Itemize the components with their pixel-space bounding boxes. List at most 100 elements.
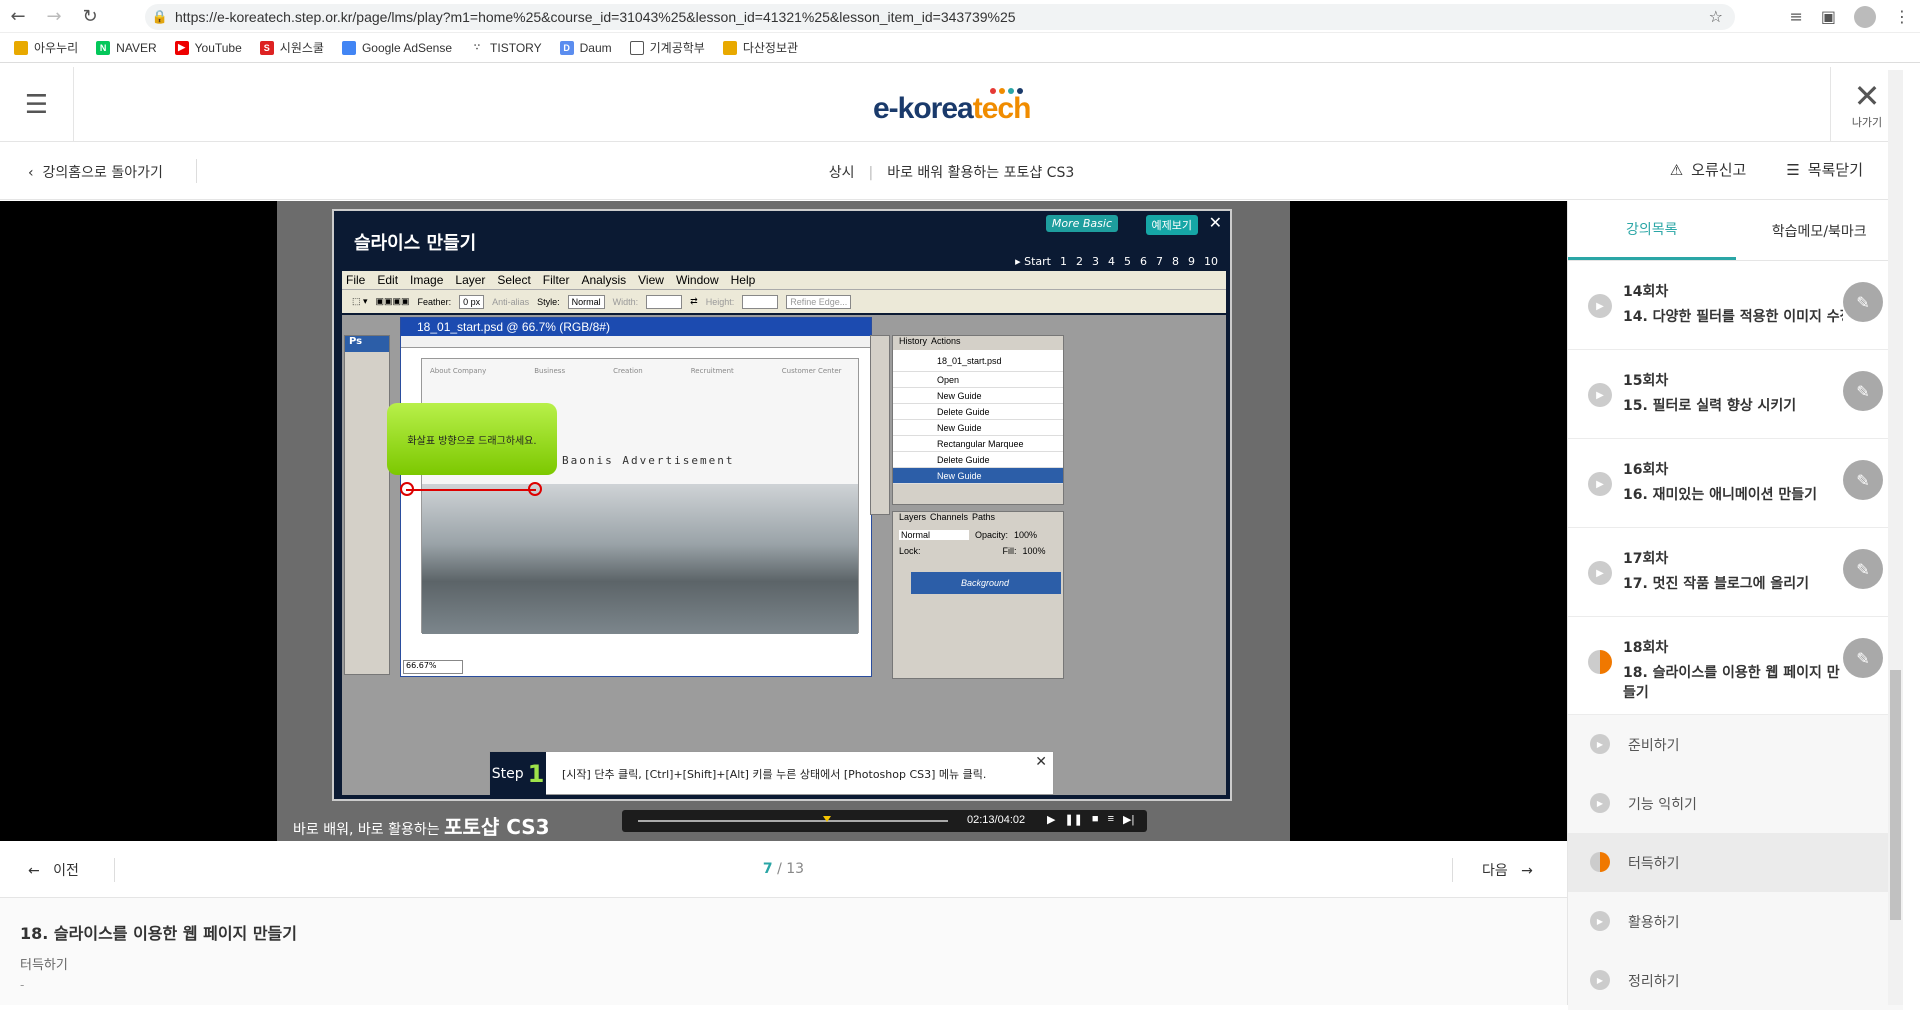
- url-text: https://e-koreatech.step.or.kr/page/lms/…: [175, 9, 1016, 25]
- bookmark-item[interactable]: S 시원스쿨: [259, 39, 324, 56]
- step-link[interactable]: 8: [1172, 255, 1179, 268]
- site-logo[interactable]: e-koreatech: [873, 92, 1031, 126]
- subitem[interactable]: ▶ 활용하기: [1568, 892, 1903, 951]
- subitem[interactable]: ▶ 정리하기: [1568, 951, 1903, 1010]
- bookmark-item[interactable]: Google AdSense: [341, 40, 452, 55]
- video-frame: 슬라이스 만들기 More Basic 예제보기 ✕ ▸ Start 1 2 3…: [277, 201, 1290, 841]
- more-basic-button[interactable]: More Basic: [1045, 215, 1118, 232]
- lecture-item[interactable]: ▶ 15회차 15. 필터로 실력 향상 시키기 ✎: [1568, 350, 1903, 439]
- lecture-item-current[interactable]: 18회차 18. 슬라이스를 이용한 웹 페이지 만들기 ✎: [1568, 617, 1903, 715]
- lesson-desc: -: [20, 978, 25, 992]
- step-link[interactable]: 3: [1092, 255, 1099, 268]
- lesson-title: 18. 슬라이스를 이용한 웹 페이지 만들기: [20, 924, 297, 943]
- pause-icon[interactable]: ❚❚: [1064, 813, 1082, 826]
- list-icon[interactable]: ≡: [1108, 813, 1114, 826]
- video-player[interactable]: 슬라이스 만들기 More Basic 예제보기 ✕ ▸ Start 1 2 3…: [0, 201, 1567, 841]
- play-icon: ▶: [1590, 911, 1610, 931]
- slide-window: 슬라이스 만들기 More Basic 예제보기 ✕ ▸ Start 1 2 3…: [332, 209, 1232, 801]
- bookmark-item[interactable]: 기계공학부: [629, 39, 705, 56]
- edit-icon[interactable]: ✎: [1843, 460, 1883, 500]
- ps-menu-item: Image: [410, 273, 444, 287]
- address-bar[interactable]: 🔒 https://e-koreatech.step.or.kr/page/lm…: [145, 4, 1735, 30]
- reading-list-icon[interactable]: ≡: [1789, 7, 1802, 26]
- instruction-tooltip: 화살표 방향으로 드래그하세요.: [387, 403, 557, 475]
- tab-memo-bookmark[interactable]: 학습메모/북마크: [1736, 201, 1904, 260]
- history-item: New Guide: [893, 388, 1063, 404]
- progress-track[interactable]: [638, 816, 948, 822]
- step-link[interactable]: 5: [1124, 255, 1131, 268]
- edit-icon[interactable]: ✎: [1843, 638, 1883, 678]
- reload-icon[interactable]: ↻: [72, 0, 108, 33]
- browser-actions: ≡ ▣ ⋮: [1789, 0, 1910, 33]
- site-header: ☰ e-koreatech ✕ 나가기: [0, 67, 1903, 142]
- edit-icon[interactable]: ✎: [1843, 282, 1883, 322]
- step-start-link[interactable]: ▸ Start: [1015, 255, 1051, 268]
- lecture-sidebar: 강의목록 학습메모/북마크 ▶ 14회차 14. 다양한 필터를 적용한 이미지…: [1567, 201, 1903, 1010]
- drag-start-marker: [400, 482, 414, 496]
- subitem[interactable]: ▶ 준비하기: [1568, 715, 1903, 774]
- ps-menu-item: Layer: [455, 273, 486, 287]
- subitem-current[interactable]: 터득하기: [1568, 833, 1903, 892]
- end-icon[interactable]: ▶|: [1123, 813, 1134, 826]
- step-link[interactable]: 2: [1076, 255, 1083, 268]
- stop-icon[interactable]: ■: [1092, 813, 1099, 826]
- bookmark-item[interactable]: N NAVER: [96, 40, 157, 55]
- subitem[interactable]: ▶ 기능 익히기: [1568, 774, 1903, 833]
- close-icon[interactable]: ✕: [1209, 213, 1222, 232]
- step-text: [시작] 단추 클릭, [Ctrl]+[Shift]+[Alt] 키를 누른 상…: [562, 768, 987, 781]
- scroll-thumb[interactable]: [1890, 670, 1901, 920]
- play-icon: ▶: [1588, 472, 1612, 496]
- page-scrollbar[interactable]: [1888, 70, 1903, 1005]
- step-tag: Step 1: [490, 752, 546, 796]
- history-item: Delete Guide: [893, 452, 1063, 468]
- lecture-item[interactable]: ▶ 17회차 17. 멋진 작품 블로그에 올리기 ✎: [1568, 528, 1903, 617]
- ad-text: Baonis Advertisement: [562, 454, 735, 467]
- step-link[interactable]: 6: [1140, 255, 1147, 268]
- video-brand: 바로 배워, 바로 활용하는 포토샵 CS3: [293, 815, 550, 839]
- step-navigation: ▸ Start 1 2 3 4 5 6 7 8 9 10: [1015, 255, 1218, 268]
- subbar-actions: ⚠ 오류신고 ☰ 목록닫기: [1670, 159, 1863, 180]
- bookmark-item[interactable]: ∵ TISTORY: [470, 40, 542, 55]
- step-link[interactable]: 10: [1204, 255, 1218, 268]
- bookmark-icon: [14, 40, 28, 55]
- page-count: 7 / 13: [762, 861, 805, 877]
- adsense-icon: [341, 40, 356, 55]
- close-icon: ✕: [1853, 76, 1881, 115]
- menu-icon[interactable]: ☰: [0, 67, 74, 142]
- sidebar-tabs: 강의목록 학습메모/북마크: [1568, 201, 1903, 261]
- bookmark-item[interactable]: D Daum: [559, 40, 612, 55]
- close-icon[interactable]: ✕: [1035, 754, 1047, 770]
- star-icon[interactable]: ☆: [1709, 7, 1723, 26]
- toggle-list-button[interactable]: ☰ 목록닫기: [1786, 159, 1863, 180]
- play-icon[interactable]: ▶: [1047, 813, 1055, 826]
- collections-icon[interactable]: ▣: [1821, 7, 1836, 26]
- profile-avatar[interactable]: [1854, 5, 1876, 28]
- forward-arrow-icon[interactable]: →: [36, 0, 72, 33]
- lecture-subitems: ▶ 준비하기 ▶ 기능 익히기 터득하기 ▶ 활용하기 ▶ 정리하기: [1568, 715, 1903, 1010]
- back-arrow-icon[interactable]: ←: [0, 0, 36, 33]
- tab-lecture-list[interactable]: 강의목록: [1568, 201, 1736, 260]
- example-button[interactable]: 예제보기: [1145, 215, 1198, 235]
- edit-icon[interactable]: ✎: [1843, 371, 1883, 411]
- bookmark-item[interactable]: ▶ YouTube: [174, 40, 242, 55]
- city-skyline-image: [422, 484, 858, 634]
- edit-icon[interactable]: ✎: [1843, 549, 1883, 589]
- ps-menu-item: View: [638, 273, 664, 287]
- player-controls: 02:13/04:02 ▶ ❚❚ ■ ≡ ▶|: [622, 810, 1147, 832]
- step-link[interactable]: 4: [1108, 255, 1115, 268]
- selection-mode-icon: ▣▣▣▣: [375, 296, 410, 306]
- lecture-item[interactable]: ▶ 16회차 16. 재미있는 애니메이션 만들기 ✎: [1568, 439, 1903, 528]
- browser-toolbar: ← → ↻ 🔒 https://e-koreatech.step.or.kr/p…: [0, 0, 1920, 33]
- next-button[interactable]: 다음 →: [1482, 860, 1533, 880]
- report-button[interactable]: ⚠ 오류신고: [1670, 159, 1747, 180]
- progress-thumb[interactable]: [823, 816, 832, 822]
- step-link[interactable]: 7: [1156, 255, 1163, 268]
- bookmark-item[interactable]: 아우누리: [14, 39, 78, 56]
- daum-icon: D: [559, 40, 574, 55]
- bookmark-item[interactable]: 다산정보관: [722, 39, 798, 56]
- lecture-item[interactable]: ▶ 14회차 14. 다양한 필터를 적용한 이미지 수정 ✎: [1568, 261, 1903, 350]
- step-link[interactable]: 9: [1188, 255, 1195, 268]
- ps-menu-item: Edit: [377, 273, 399, 287]
- step-link[interactable]: 1: [1060, 255, 1067, 268]
- more-icon[interactable]: ⋮: [1894, 7, 1910, 26]
